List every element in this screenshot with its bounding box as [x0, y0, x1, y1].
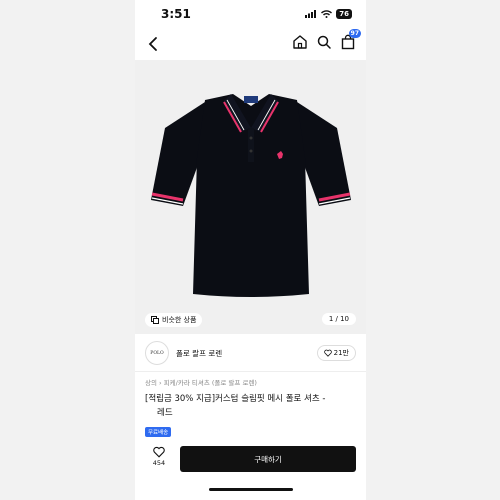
free-shipping-tag: 무료배송 — [145, 427, 172, 437]
signal-icon — [305, 10, 317, 18]
nav-bar: 97 — [135, 29, 366, 56]
home-icon[interactable] — [292, 34, 308, 50]
nav-actions: 97 — [292, 29, 361, 50]
battery-indicator: 76 — [336, 9, 352, 19]
home-indicator — [209, 488, 293, 491]
product-image-gallery[interactable]: 비슷한 상품 1 / 10 — [135, 60, 366, 334]
similar-products-label: 비슷한 상품 — [162, 316, 197, 324]
wifi-icon — [321, 10, 333, 18]
heart-icon — [153, 446, 165, 458]
phone-screen: 3:51 76 97 비슷한 상품 1 / 10 POLO 폴로 랄프 로렌 2… — [135, 0, 366, 500]
wishlist-count: 454 — [152, 459, 166, 467]
heart-outline-icon — [323, 349, 332, 357]
image-page-indicator: 1 / 10 — [321, 313, 356, 325]
product-title: [적립금 30% 지급]커스텀 슬림핏 메시 폴로 셔츠 - 레드 — [145, 392, 359, 420]
cart-button[interactable]: 97 — [340, 29, 361, 50]
back-arrow-icon[interactable] — [145, 35, 163, 53]
status-time: 3:51 — [161, 7, 191, 21]
status-icons: 76 — [305, 9, 352, 19]
brand-row[interactable]: POLO 폴로 랄프 로렌 21만 — [145, 340, 356, 366]
cart-count-badge: 97 — [348, 29, 361, 38]
brand-like-button[interactable]: 21만 — [316, 345, 356, 361]
brand-logo[interactable]: POLO — [145, 341, 169, 365]
search-icon[interactable] — [316, 34, 332, 50]
product-title-line2: 레드 — [157, 408, 173, 418]
similar-products-button[interactable]: 비슷한 상품 — [145, 313, 203, 327]
wishlist-button[interactable]: 454 — [149, 446, 169, 467]
brand-like-count: 21만 — [333, 349, 349, 357]
divider — [135, 371, 366, 372]
bottom-action-bar: 454 구매하기 — [135, 444, 366, 474]
product-title-line1: [적립금 30% 지급]커스텀 슬림핏 메시 폴로 셔츠 - — [145, 394, 326, 404]
brand-name[interactable]: 폴로 랄프 로렌 — [176, 348, 222, 359]
status-bar: 3:51 76 — [135, 0, 366, 30]
buy-button[interactable]: 구매하기 — [180, 446, 356, 472]
similar-icon — [151, 316, 159, 324]
breadcrumb[interactable]: 상의 › 피케/카라 티셔츠 (폴로 랄프 로렌) — [145, 377, 257, 387]
polo-shirt-image — [151, 94, 351, 297]
